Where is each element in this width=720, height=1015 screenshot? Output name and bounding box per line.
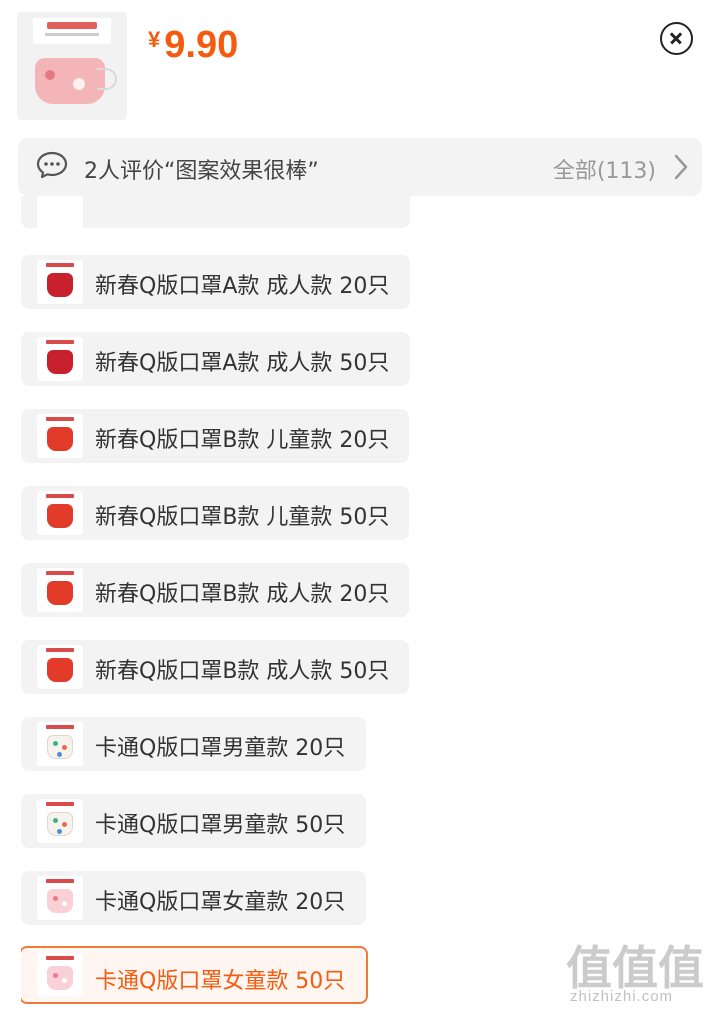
sku-option-label: 新春Q版口罩A款 成人款 50只 bbox=[95, 351, 390, 376]
sku-option-label: 卡通Q版口罩男童款 20只 bbox=[95, 736, 346, 761]
sku-option[interactable]: 新春Q版口罩B款 成人款 20只 bbox=[21, 563, 409, 617]
mask-strap bbox=[97, 68, 117, 90]
price-value: 9.90 bbox=[164, 24, 239, 66]
sku-option-thumbnail bbox=[37, 414, 83, 458]
sku-option[interactable]: 卡通Q版口罩男童款 20只 bbox=[21, 717, 366, 771]
currency-symbol: ¥ bbox=[148, 27, 161, 52]
sku-option-thumbnail bbox=[37, 337, 83, 381]
sku-option-label: 卡通Q版口罩男童款 50只 bbox=[95, 813, 346, 838]
mask-image bbox=[35, 58, 105, 104]
sku-option-thumbnail bbox=[37, 491, 83, 535]
sku-option-label: 新春Q版口罩A款 成人款 20只 bbox=[95, 274, 390, 299]
sku-option[interactable]: 新春Q版口罩B款 成人款 50只 bbox=[21, 640, 409, 694]
all-reviews-link[interactable]: 全部(113) bbox=[553, 153, 656, 185]
chevron-right-icon bbox=[674, 154, 688, 180]
sku-option-label: 新春Q版口罩B款 成人款 50只 bbox=[95, 659, 390, 684]
close-icon[interactable] bbox=[660, 22, 693, 55]
sku-option[interactable]: 卡通Q版口罩男童款 50只 bbox=[21, 794, 366, 848]
sku-option-label: 新春Q版口罩B款 儿童款 50只 bbox=[95, 505, 390, 530]
review-summary-text: 2人评价“图案效果很棒” bbox=[84, 159, 319, 184]
sku-option-thumbnail bbox=[37, 645, 83, 689]
sku-option-thumbnail bbox=[37, 953, 83, 997]
sku-option[interactable]: 新春Q版口罩B款 儿童款 50只 bbox=[21, 486, 409, 540]
product-price: ¥9.90 bbox=[148, 24, 238, 67]
sku-option-thumbnail bbox=[37, 799, 83, 843]
package-box-image bbox=[33, 18, 111, 44]
sku-option-partial[interactable] bbox=[21, 196, 410, 232]
sku-option[interactable]: 新春Q版口罩B款 儿童款 20只 bbox=[21, 409, 409, 463]
sku-option-list[interactable]: 新春Q版口罩A款 成人款 20只 新春Q版口罩A款 成人款 50只 新春Q版口罩… bbox=[21, 196, 701, 1015]
sku-option-label: 卡通Q版口罩女童款 20只 bbox=[95, 890, 346, 915]
sku-option-thumbnail bbox=[37, 876, 83, 920]
sku-option-thumbnail bbox=[37, 722, 83, 766]
product-header: ¥9.90 bbox=[0, 0, 720, 130]
chat-bubble-icon bbox=[36, 151, 68, 179]
sku-option-thumbnail bbox=[37, 196, 83, 232]
sku-option[interactable]: 新春Q版口罩A款 成人款 20只 bbox=[21, 255, 410, 309]
sku-option-label: 新春Q版口罩B款 成人款 20只 bbox=[95, 582, 390, 607]
sku-option[interactable]: 新春Q版口罩A款 成人款 50只 bbox=[21, 332, 410, 386]
sku-option-label: 新春Q版口罩B款 儿童款 20只 bbox=[95, 428, 390, 453]
sku-option-thumbnail bbox=[37, 260, 83, 304]
product-thumbnail[interactable] bbox=[17, 12, 127, 120]
sku-option-selected[interactable]: 卡通Q版口罩女童款 50只 bbox=[21, 946, 368, 1004]
sku-option-label: 卡通Q版口罩女童款 50只 bbox=[95, 969, 346, 994]
sku-option-thumbnail bbox=[37, 568, 83, 612]
review-summary-bar[interactable]: 2人评价“图案效果很棒” 全部(113) bbox=[18, 138, 702, 196]
sku-option[interactable]: 卡通Q版口罩女童款 20只 bbox=[21, 871, 366, 925]
